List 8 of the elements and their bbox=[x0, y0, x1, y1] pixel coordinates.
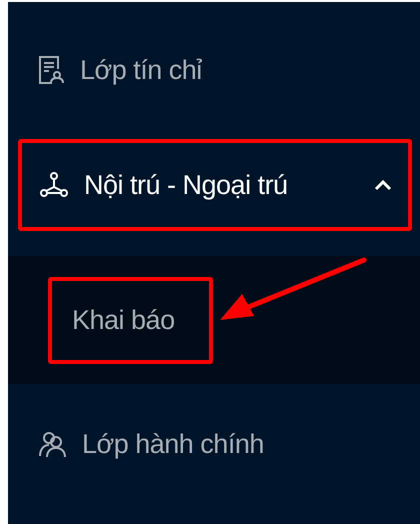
people-icon bbox=[38, 430, 66, 458]
menu-item[interactable]: Lớp hành chính bbox=[8, 396, 420, 492]
menu-item[interactable]: Lớp tín chỉ bbox=[8, 22, 420, 118]
document-person-icon bbox=[38, 55, 64, 85]
chevron-up-icon bbox=[374, 179, 392, 191]
submenu-header[interactable]: Nội trú - Ngoại trú bbox=[18, 139, 412, 231]
network-icon bbox=[40, 172, 68, 198]
submenu-item[interactable]: Khai báo bbox=[48, 276, 213, 364]
